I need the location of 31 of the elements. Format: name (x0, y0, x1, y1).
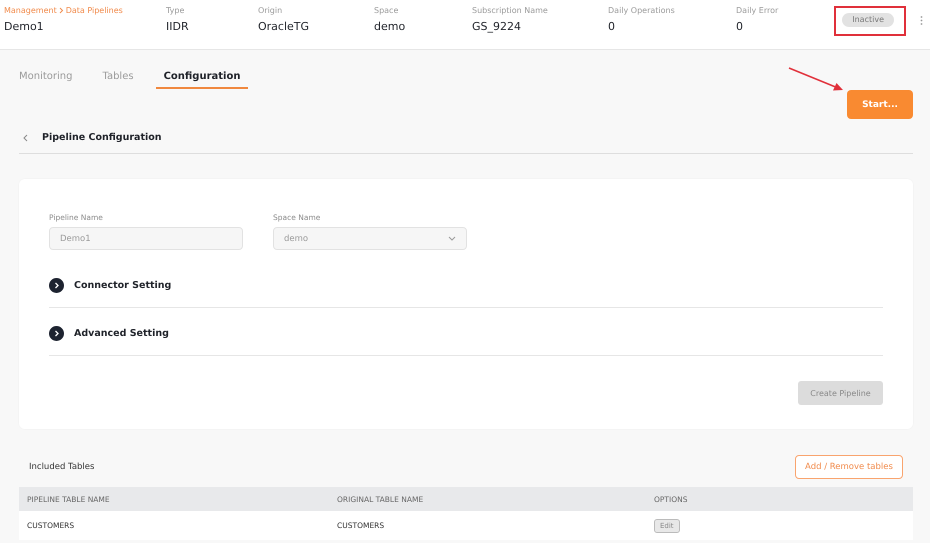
chevron-right-icon[interactable] (49, 278, 64, 292)
field-value: demo (374, 20, 406, 33)
field-value: 0 (736, 20, 744, 33)
field-label: Origin (258, 6, 284, 15)
field-label: Space (374, 6, 400, 15)
tab[interactable]: Tables (102, 71, 134, 89)
more-options-icon[interactable] (920, 16, 923, 25)
start-button[interactable]: Start... (847, 90, 913, 119)
status-badge: Inactive (842, 13, 894, 27)
pipeline-title: Demo1 (4, 20, 44, 33)
back-icon[interactable] (23, 134, 28, 142)
field-label: Subscription Name (472, 6, 549, 15)
accordion-title[interactable]: Advanced Setting (74, 328, 169, 338)
chevron-right-icon[interactable] (49, 326, 64, 340)
field-value: IIDR (166, 20, 190, 33)
field-label: Type (166, 6, 186, 15)
breadcrumb-link[interactable]: Management (4, 6, 57, 15)
field-label: Daily Error (736, 6, 780, 15)
chevron-down-icon (448, 236, 456, 241)
section-title: Included Tables (29, 462, 94, 472)
chevron-right-icon (58, 7, 64, 14)
tab[interactable]: Monitoring (19, 71, 72, 89)
field-label: Daily Operations (608, 6, 676, 15)
add-remove-tables-button[interactable]: Add / Remove tables (795, 455, 903, 479)
tab[interactable]: Configuration (156, 71, 248, 89)
field-value: OracleTG (258, 20, 310, 33)
field-value: 0 (608, 20, 616, 33)
breadcrumb-link[interactable]: Data Pipelines (66, 6, 123, 15)
section-title: Pipeline Configuration (42, 132, 162, 143)
field-value: GS_9224 (472, 20, 522, 33)
accordion-title[interactable]: Connector Setting (74, 280, 172, 290)
